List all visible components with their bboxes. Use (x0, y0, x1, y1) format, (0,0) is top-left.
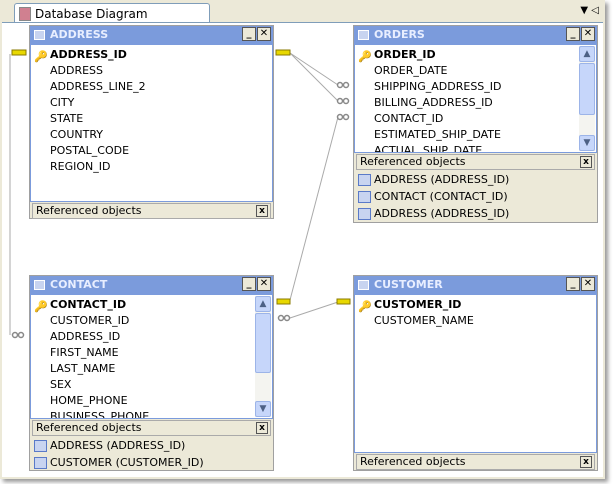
minimize-button[interactable]: _ (242, 27, 256, 41)
close-referenced-button[interactable]: x (580, 456, 592, 468)
close-referenced-button[interactable]: x (256, 205, 268, 217)
link-icon (336, 81, 350, 89)
referenced-objects-header: Referenced objects x (356, 454, 595, 470)
referenced-object[interactable]: ADDRESS (ADDRESS_ID) (354, 171, 597, 188)
column-row[interactable]: ADDRESS_ID (31, 329, 272, 345)
column-row[interactable]: ADDRESS_LINE_2 (31, 79, 272, 95)
table-icon (358, 30, 369, 40)
key-icon (336, 298, 351, 305)
column-row[interactable]: LAST_NAME (31, 361, 272, 377)
close-button[interactable]: ✕ (581, 27, 595, 41)
table-title: CONTACT (50, 278, 108, 291)
column-row[interactable]: CUSTOMER_ID (31, 313, 272, 329)
link-icon (336, 97, 350, 105)
primary-key-column[interactable]: 🔑 CUSTOMER_ID (355, 297, 596, 313)
table-address[interactable]: ADDRESS _ ✕ 🔑 ADDRESS_ID ADDRESS ADDRESS_L… (29, 25, 274, 219)
scroll-down-button[interactable]: ▼ (255, 401, 271, 417)
table-icon (34, 457, 47, 469)
referenced-object[interactable]: ADDRESS (ADDRESS_ID) (30, 437, 273, 454)
minimize-button[interactable]: _ (242, 277, 256, 291)
key-icon (275, 49, 291, 56)
table-icon (34, 30, 45, 40)
column-row[interactable]: REGION_ID (31, 159, 272, 175)
relation-line (289, 301, 339, 319)
vertical-scrollbar[interactable]: ▲ ▼ (255, 296, 271, 417)
table-title: ADDRESS (50, 28, 109, 41)
column-row[interactable]: ORDER_DATE (355, 63, 596, 79)
close-button[interactable]: ✕ (257, 277, 271, 291)
table-orders[interactable]: ORDERS _ ✕ 🔑 ORDER_ID ORDER_DATE SHIPPING_… (353, 25, 598, 223)
minimize-button[interactable]: _ (566, 277, 580, 291)
column-row[interactable]: BILLING_ADDRESS_ID (355, 95, 596, 111)
scroll-down-button[interactable]: ▼ (579, 135, 595, 151)
table-customer[interactable]: CUSTOMER _ ✕ 🔑 CUSTOMER_ID CUSTOMER_NAME R… (353, 275, 598, 471)
column-row[interactable]: FIRST_NAME (31, 345, 272, 361)
minimize-button[interactable]: _ (566, 27, 580, 41)
link-icon (11, 331, 25, 339)
scroll-thumb[interactable] (579, 63, 595, 115)
table-contact[interactable]: CONTACT _ ✕ 🔑 CONTACT_ID CUSTOMER_ID ADDRE… (29, 275, 274, 471)
relation-line (289, 52, 339, 86)
column-row[interactable]: ACTUAL_SHIP_DATE (355, 143, 596, 152)
referenced-object[interactable]: ADDRESS (ADDRESS_ID) (354, 205, 597, 222)
link-icon (277, 314, 291, 322)
link-icon (336, 113, 350, 121)
close-referenced-button[interactable]: x (256, 422, 268, 434)
relation-line (289, 116, 339, 301)
column-row[interactable]: POSTAL_CODE (31, 143, 272, 159)
referenced-object[interactable]: CONTACT (CONTACT_ID) (354, 188, 597, 205)
column-row[interactable]: ESTIMATED_SHIP_DATE (355, 127, 596, 143)
primary-key-column[interactable]: 🔑 CONTACT_ID (31, 297, 272, 313)
close-button[interactable]: ✕ (581, 277, 595, 291)
table-icon (358, 191, 371, 203)
column-row[interactable]: STATE (31, 111, 272, 127)
scroll-thumb[interactable] (255, 313, 271, 373)
column-list[interactable]: 🔑 CUSTOMER_ID CUSTOMER_NAME (354, 294, 597, 453)
column-row[interactable]: CUSTOMER_NAME (355, 313, 596, 329)
table-title: ORDERS (374, 28, 425, 41)
column-list[interactable]: 🔑 ORDER_ID ORDER_DATE SHIPPING_ADDRESS_ID… (354, 44, 597, 153)
column-list[interactable]: 🔑 CONTACT_ID CUSTOMER_ID ADDRESS_ID FIRST… (30, 294, 273, 419)
referenced-objects-header: Referenced objects x (356, 154, 595, 170)
key-icon (276, 298, 291, 305)
column-row[interactable]: BUSINESS_PHONE (31, 409, 272, 418)
relation-line (289, 52, 339, 102)
table-icon (358, 208, 371, 220)
column-row[interactable]: COUNTRY (31, 127, 272, 143)
close-referenced-button[interactable]: x (580, 156, 592, 168)
key-icon (11, 49, 27, 56)
scroll-up-button[interactable]: ▲ (579, 46, 595, 62)
column-row[interactable]: HOME_PHONE (31, 393, 272, 409)
table-title: CUSTOMER (374, 278, 443, 291)
close-button[interactable]: ✕ (257, 27, 271, 41)
primary-key-column[interactable]: 🔑 ORDER_ID (355, 47, 596, 63)
referenced-objects-header: Referenced objects x (32, 203, 271, 219)
table-icon (358, 280, 369, 290)
scroll-up-button[interactable]: ▲ (255, 296, 271, 312)
column-row[interactable]: SEX (31, 377, 272, 393)
primary-key-column[interactable]: 🔑 ADDRESS_ID (31, 47, 272, 63)
column-row[interactable]: ADDRESS (31, 63, 272, 79)
table-icon (34, 280, 45, 290)
referenced-object[interactable]: CUSTOMER (CUSTOMER_ID) (30, 454, 273, 471)
column-row[interactable]: CITY (31, 95, 272, 111)
table-icon (358, 174, 371, 186)
table-icon (34, 440, 47, 452)
column-row[interactable]: CONTACT_ID (355, 111, 596, 127)
column-row[interactable]: SHIPPING_ADDRESS_ID (355, 79, 596, 95)
referenced-objects-header: Referenced objects x (32, 420, 271, 436)
column-list[interactable]: 🔑 ADDRESS_ID ADDRESS ADDRESS_LINE_2 CITY … (30, 44, 273, 202)
vertical-scrollbar[interactable]: ▲ ▼ (579, 46, 595, 151)
